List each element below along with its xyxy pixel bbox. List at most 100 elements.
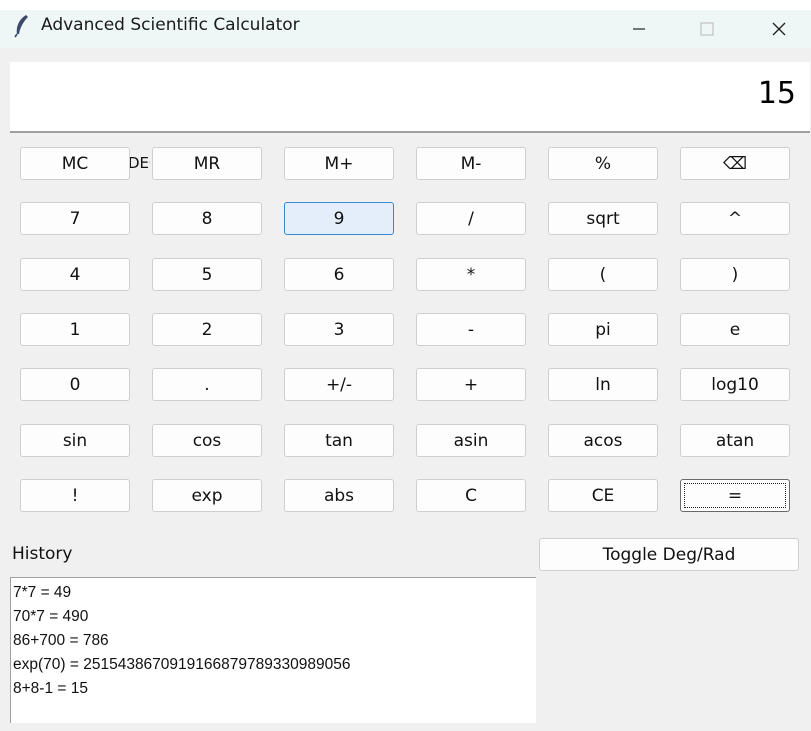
close-paren-label: ) [731, 264, 739, 285]
tan-button[interactable]: tan [284, 424, 394, 457]
history-entry: 70*7 = 490 [13, 608, 89, 625]
sqrt-button[interactable]: sqrt [548, 202, 658, 235]
7-button[interactable]: 7 [20, 202, 130, 235]
decimal-button[interactable]: . [152, 368, 262, 401]
multiply-label: * [466, 264, 476, 285]
sin-label: sin [62, 430, 88, 451]
5-label: 5 [201, 264, 213, 285]
c-button[interactable]: C [416, 479, 526, 512]
ln-button[interactable]: ln [548, 368, 658, 401]
minus-label: - [467, 319, 475, 340]
5-button[interactable]: 5 [152, 258, 262, 291]
factorial-label: ! [71, 485, 79, 506]
4-button[interactable]: 4 [20, 258, 130, 291]
m-minus-button[interactable]: M- [416, 147, 526, 180]
close-paren-button[interactable]: ) [680, 258, 790, 291]
7-label: 7 [69, 208, 81, 229]
history-entry: 8+8-1 = 15 [13, 680, 88, 697]
power-button[interactable]: ^ [680, 202, 790, 235]
tan-label: tan [325, 430, 353, 451]
mr-button[interactable]: MR [152, 147, 262, 180]
history-entry: 7*7 = 49 [13, 584, 72, 601]
asin-button[interactable]: asin [416, 424, 526, 457]
history-label: History [12, 544, 73, 564]
multiply-button[interactable]: * [416, 258, 526, 291]
toggle-deg-rad-button[interactable]: Toggle Deg/Rad [539, 538, 799, 571]
plus-label: + [463, 374, 479, 395]
3-label: 3 [333, 319, 345, 340]
1-button[interactable]: 1 [20, 313, 130, 346]
6-label: 6 [333, 264, 345, 285]
exp-button[interactable]: exp [152, 479, 262, 512]
power-label: ^ [727, 208, 743, 229]
window-title: Advanced Scientific Calculator [41, 15, 300, 35]
2-label: 2 [201, 319, 213, 340]
title-bar: Advanced Scientific Calculator [0, 0, 811, 48]
ce-label: CE [591, 485, 615, 506]
maximize-button[interactable] [684, 10, 730, 48]
m-minus-label: M- [460, 153, 482, 174]
minimize-icon [633, 28, 645, 30]
calculator-display[interactable]: 15 [10, 62, 810, 133]
pi-button[interactable]: pi [548, 313, 658, 346]
3-button[interactable]: 3 [284, 313, 394, 346]
maximize-icon [700, 22, 714, 36]
angle-mode-label: DEG [128, 154, 150, 172]
abs-label: abs [323, 485, 355, 506]
exp-label: exp [191, 485, 223, 506]
decimal-label: . [204, 374, 210, 395]
mc-label: MC [61, 153, 89, 174]
open-paren-label: ( [599, 264, 607, 285]
9-button[interactable]: 9 [284, 202, 394, 235]
minus-button[interactable]: - [416, 313, 526, 346]
2-button[interactable]: 2 [152, 313, 262, 346]
display-value: 15 [757, 76, 796, 111]
8-button[interactable]: 8 [152, 202, 262, 235]
cos-label: cos [192, 430, 222, 451]
acos-button[interactable]: acos [548, 424, 658, 457]
minimize-button[interactable] [616, 10, 662, 48]
pi-label: pi [595, 319, 611, 340]
sin-button[interactable]: sin [20, 424, 130, 457]
0-label: 0 [69, 374, 81, 395]
m-plus-label: M+ [324, 153, 354, 174]
abs-button[interactable]: abs [284, 479, 394, 512]
c-label: C [465, 485, 477, 506]
6-button[interactable]: 6 [284, 258, 394, 291]
1-label: 1 [69, 319, 81, 340]
acos-label: acos [583, 430, 623, 451]
history-entry: 86+700 = 786 [13, 632, 109, 649]
ln-label: ln [595, 374, 611, 395]
equals-label: = [727, 485, 743, 506]
atan-button[interactable]: atan [680, 424, 790, 457]
e-label: e [729, 319, 741, 340]
plus-minus-button[interactable]: +/- [284, 368, 394, 401]
open-paren-button[interactable]: ( [548, 258, 658, 291]
feather-icon [12, 14, 32, 38]
history-list[interactable]: 7*7 = 49 70*7 = 490 86+700 = 786 exp(70)… [10, 577, 536, 723]
log10-button[interactable]: log10 [680, 368, 790, 401]
close-icon [772, 22, 786, 36]
m-plus-button[interactable]: M+ [284, 147, 394, 180]
0-button[interactable]: 0 [20, 368, 130, 401]
9-label: 9 [333, 208, 345, 229]
e-button[interactable]: e [680, 313, 790, 346]
factorial-button[interactable]: ! [20, 479, 130, 512]
log10-label: log10 [711, 374, 759, 395]
plus-button[interactable]: + [416, 368, 526, 401]
divide-label: / [468, 208, 474, 229]
backspace-label: ⌫ [722, 153, 748, 174]
percent-button[interactable]: % [548, 147, 658, 180]
mr-label: MR [193, 153, 221, 174]
ce-button[interactable]: CE [548, 479, 658, 512]
mc-button[interactable]: MC [20, 147, 130, 180]
history-entry: exp(70) = 251543867091916687978933098905… [13, 656, 351, 673]
atan-label: atan [715, 430, 755, 451]
percent-label: % [594, 153, 612, 174]
divide-button[interactable]: / [416, 202, 526, 235]
sqrt-label: sqrt [586, 208, 620, 229]
close-button[interactable] [756, 10, 802, 48]
cos-button[interactable]: cos [152, 424, 262, 457]
equals-button[interactable]: = [680, 479, 790, 512]
backspace-button[interactable]: ⌫ [680, 147, 790, 180]
